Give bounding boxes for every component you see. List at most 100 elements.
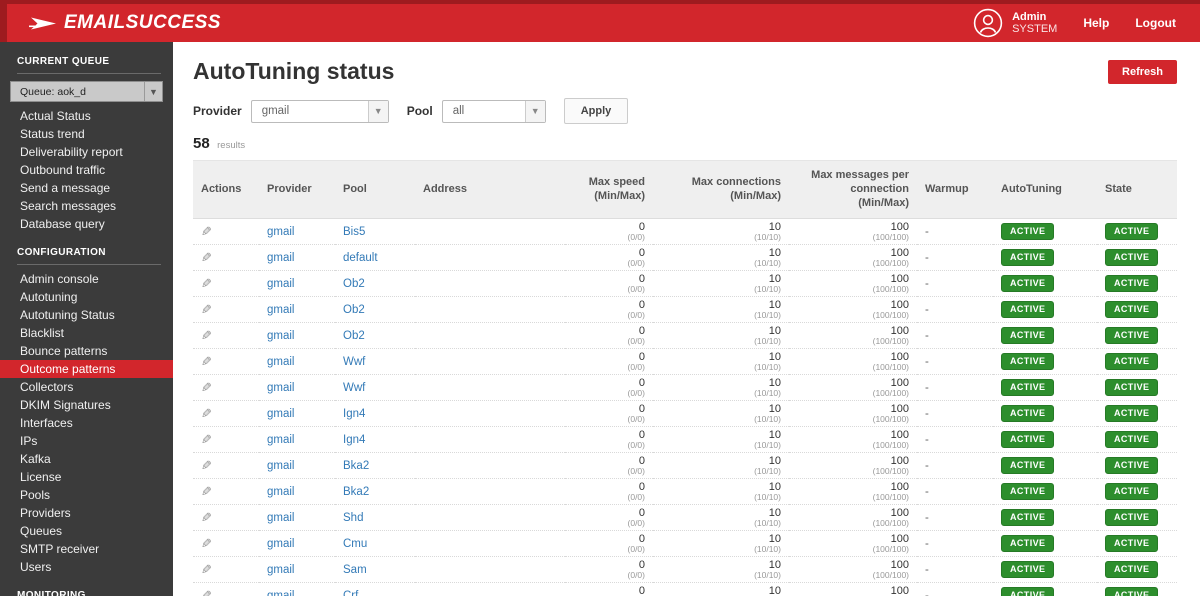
sidebar-item-bounce-patterns[interactable]: Bounce patterns [0,342,173,360]
warmup-cell: - [917,582,993,596]
provider-select[interactable]: gmail ▼ [250,99,389,123]
provider-link[interactable]: gmail [267,564,294,576]
col-warmup: Warmup [917,160,993,220]
pool-link[interactable]: Ob2 [343,330,365,342]
pool-link[interactable]: Cmu [343,538,367,550]
sidebar-item-database-query[interactable]: Database query [0,215,173,233]
table-row: ✎ gmail Ob2 0 (0/0) 10 (10/10) 100 (100/100… [193,296,1177,324]
sidebar-sections: CURRENT QUEUE Queue: aok_d ▼ Actual Stat… [0,56,173,596]
sidebar-item-collectors[interactable]: Collectors [0,378,173,396]
edit-icon[interactable]: ✎ [201,432,212,448]
provider-link[interactable]: gmail [267,382,294,394]
sidebar-item-interfaces[interactable]: Interfaces [0,414,173,432]
edit-icon[interactable]: ✎ [201,354,212,370]
edit-icon[interactable]: ✎ [201,510,212,526]
help-link[interactable]: Help [1083,16,1109,30]
apply-button[interactable]: Apply [563,98,629,124]
provider-link[interactable]: gmail [267,252,294,264]
max-connections-cell: 10(10/10) [653,478,789,506]
address-cell [415,244,565,272]
queue-select[interactable]: Queue: aok_d ▼ [10,81,163,102]
table-row: ✎ gmail Bis5 0 (0/0) 10 (10/10) 100 (100/10… [193,218,1177,246]
provider-link[interactable]: gmail [267,278,294,290]
provider-link[interactable]: gmail [267,486,294,498]
logout-link[interactable]: Logout [1135,16,1176,30]
edit-icon[interactable]: ✎ [201,276,212,292]
provider-link[interactable]: gmail [267,226,294,238]
edit-icon[interactable]: ✎ [201,250,212,266]
pool-link[interactable]: Ign4 [343,434,365,446]
user-menu[interactable]: Admin SYSTEM [973,8,1057,38]
sidebar-item-dkim-signatures[interactable]: DKIM Signatures [0,396,173,414]
sidebar-item-pools[interactable]: Pools [0,486,173,504]
pool-link[interactable]: Bka2 [343,486,369,498]
sidebar-item-kafka[interactable]: Kafka [0,450,173,468]
sidebar-item-users[interactable]: Users [0,558,173,576]
max-connections-cell: 10(10/10) [653,556,789,584]
sidebar-section: CONFIGURATION Admin console Autotuning A… [0,247,173,576]
edit-icon[interactable]: ✎ [201,224,212,240]
pool-link[interactable]: Bis5 [343,226,365,238]
sidebar-item-outcome-patterns[interactable]: Outcome patterns [0,360,173,378]
edit-icon[interactable]: ✎ [201,406,212,422]
pool-link[interactable]: Crf [343,590,358,596]
provider-link[interactable]: gmail [267,460,294,472]
sidebar-item-actual-status[interactable]: Actual Status [0,107,173,125]
max-connections-cell: 10(10/10) [653,530,789,558]
pool-link[interactable]: Ob2 [343,304,365,316]
pool-link[interactable]: Shd [343,512,363,524]
sidebar-item-providers[interactable]: Providers [0,504,173,522]
provider-link[interactable]: gmail [267,434,294,446]
table-row: ✎ gmail Ign4 0 (0/0) 10 (10/10) 100 (100/10… [193,400,1177,428]
pool-link[interactable]: Ob2 [343,278,365,290]
pool-link[interactable]: default [343,252,378,264]
address-cell [415,504,565,532]
edit-icon[interactable]: ✎ [201,536,212,552]
edit-icon[interactable]: ✎ [201,328,212,344]
sidebar-item-status-trend[interactable]: Status trend [0,125,173,143]
provider-link[interactable]: gmail [267,304,294,316]
pool-link[interactable]: Wwf [343,356,365,368]
sidebar-item-search-messages[interactable]: Search messages [0,197,173,215]
sidebar-item-outbound-traffic[interactable]: Outbound traffic [0,161,173,179]
pool-link[interactable]: Ign4 [343,408,365,420]
edit-icon[interactable]: ✎ [201,588,212,596]
provider-link[interactable]: gmail [267,590,294,596]
provider-link[interactable]: gmail [267,356,294,368]
sidebar-item-admin-console[interactable]: Admin console [0,270,173,288]
sidebar-item-ips[interactable]: IPs [0,432,173,450]
state-badge: ACTIVE [1105,249,1159,267]
table-header-row: Actions Provider Pool Address Max speed(… [193,160,1177,220]
max-speed-cell: 0(0/0) [565,348,653,376]
provider-link[interactable]: gmail [267,512,294,524]
provider-link[interactable]: gmail [267,408,294,420]
pool-link[interactable]: Wwf [343,382,365,394]
state-badge: ACTIVE [1105,457,1159,475]
edit-icon[interactable]: ✎ [201,380,212,396]
max-messages-cell: 100(100/100) [789,556,917,584]
sidebar-item-license[interactable]: License [0,468,173,486]
provider-link[interactable]: gmail [267,538,294,550]
pool-link[interactable]: Bka2 [343,460,369,472]
sidebar-item-blacklist[interactable]: Blacklist [0,324,173,342]
edit-icon[interactable]: ✎ [201,562,212,578]
address-cell [415,374,565,402]
sidebar-item-send-a-message[interactable]: Send a message [0,179,173,197]
max-connections-cell: 10(10/10) [653,426,789,454]
sidebar-item-queues[interactable]: Queues [0,522,173,540]
address-cell [415,296,565,324]
provider-link[interactable]: gmail [267,330,294,342]
edit-icon[interactable]: ✎ [201,458,212,474]
pool-link[interactable]: Sam [343,564,367,576]
sidebar-item-autotuning-status[interactable]: Autotuning Status [0,306,173,324]
table-row: ✎ gmail Ob2 0 (0/0) 10 (10/10) 100 (100/100… [193,270,1177,298]
refresh-button[interactable]: Refresh [1108,59,1177,84]
pool-select[interactable]: all ▼ [441,99,546,123]
edit-icon[interactable]: ✎ [201,484,212,500]
sidebar-item-deliverability-report[interactable]: Deliverability report [0,143,173,161]
sidebar-item-smtp-receiver[interactable]: SMTP receiver [0,540,173,558]
edit-icon[interactable]: ✎ [201,302,212,318]
state-badge: ACTIVE [1105,561,1159,579]
col-address: Address [415,160,565,220]
sidebar-item-autotuning[interactable]: Autotuning [0,288,173,306]
